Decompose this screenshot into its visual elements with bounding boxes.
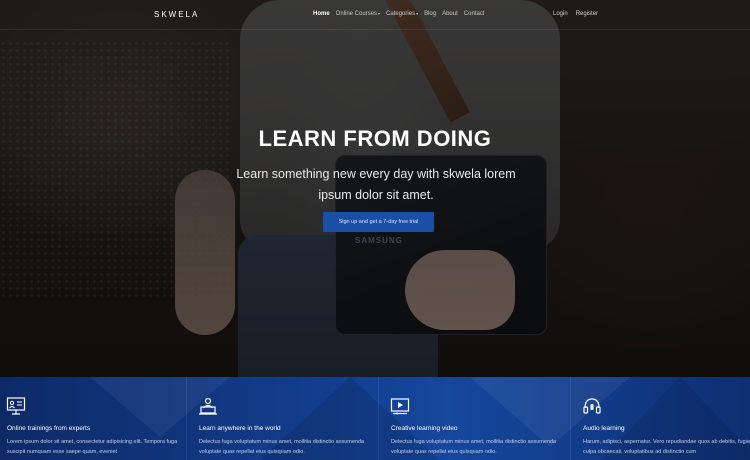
video-icon (390, 398, 410, 415)
feature-title: Learn anywhere in the world (199, 425, 281, 432)
nav-item-categories-label: Categories (386, 11, 416, 17)
feature-title: Online trainings from experts (7, 425, 91, 432)
headphones-icon (583, 398, 601, 414)
feature-title: Creative learning video (391, 425, 458, 432)
nav-item-blog[interactable]: Blog (424, 11, 436, 17)
feature-audio-learning: Audio learning Harum, adipisci, aspernat… (576, 377, 750, 460)
hero-title: LEARN FROM DOING (258, 126, 492, 151)
feature-description: Delectus fuga voluptatum minus amet, mol… (391, 439, 557, 455)
laptop-user-icon (199, 397, 217, 415)
column-divider (570, 377, 571, 460)
navbar: SKWELA Home Online Courses▾ Categories▾ … (0, 0, 750, 30)
nav-item-online-courses-label: Online Courses (335, 11, 378, 17)
feature-learn-anywhere: Learn anywhere in the world Delectus fug… (192, 377, 377, 460)
hero-subtitle: Learn something new every day with skwel… (236, 167, 516, 202)
register-link[interactable]: Register (576, 11, 598, 17)
nav-item-categories[interactable]: Categories▾ (386, 11, 418, 17)
feature-description: Delectus fuga voluptatum minus amet, mol… (199, 439, 365, 455)
nav-item-contact[interactable]: Contact (464, 11, 485, 17)
feature-title: Audio learning (583, 425, 625, 432)
main-nav: Home Online Courses▾ Categories▾ Blog Ab… (313, 11, 484, 17)
column-divider (378, 377, 379, 460)
nav-item-home[interactable]: Home (313, 11, 330, 17)
column-divider (186, 377, 187, 460)
features-section: Online trainings from experts Lorem ipsu… (0, 377, 750, 460)
signup-trial-button[interactable]: Sign up and get a 7-day free trial (323, 212, 434, 232)
feature-online-trainings: Online trainings from experts Lorem ipsu… (0, 377, 185, 460)
auth-links: Login Register (553, 11, 598, 17)
feature-description: Harum, adipisci, aspernatur. Vero repudi… (583, 439, 750, 455)
nav-item-about[interactable]: About (442, 11, 458, 17)
login-link[interactable]: Login (553, 11, 568, 17)
nav-item-online-courses[interactable]: Online Courses▾ (336, 11, 380, 17)
chevron-down-icon: ▾ (378, 11, 381, 16)
feature-description: Lorem ipsum dolor sit amet, consectetur … (7, 439, 178, 455)
chevron-down-icon: ▾ (416, 11, 419, 16)
brand-logo[interactable]: SKWELA (154, 10, 199, 19)
presentation-icon (6, 397, 26, 415)
feature-creative-video: Creative learning video Delectus fuga vo… (384, 377, 569, 460)
